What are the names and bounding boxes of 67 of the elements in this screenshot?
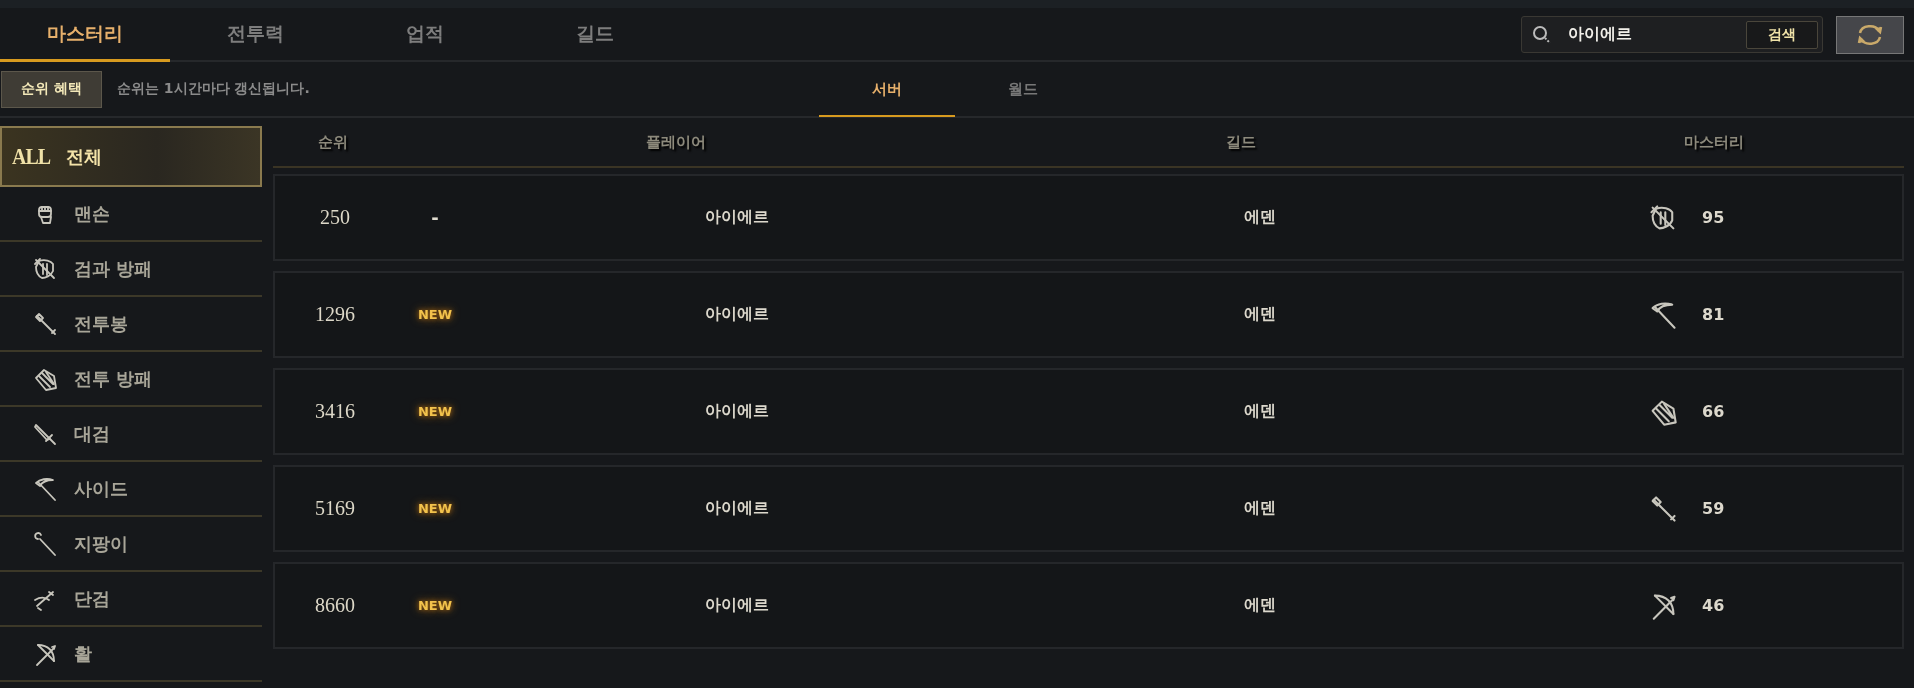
mastery-level: 46 xyxy=(1702,596,1726,615)
weapon-label: 활 xyxy=(74,641,92,666)
weapon-icon xyxy=(32,475,58,502)
weapon-filter-item[interactable]: ALL 전체 xyxy=(0,126,262,187)
mastery-level: 81 xyxy=(1702,305,1726,324)
weapon-label: 사이드 xyxy=(74,476,128,501)
player-name: 아이에르 xyxy=(703,498,770,519)
guild-name: 에덴 xyxy=(1243,207,1278,228)
weapon-label: 맨손 xyxy=(74,201,110,226)
weapon-filter-item[interactable]: 사이드 xyxy=(0,462,262,517)
search-field[interactable]: 아이에르 검색 xyxy=(1521,16,1823,53)
rank-number: 5169 xyxy=(314,497,356,520)
category-tab[interactable]: 길드 xyxy=(510,8,680,62)
player-name: 아이에르 xyxy=(703,304,770,325)
column-header: 순위 xyxy=(317,132,349,152)
new-tag: NEW xyxy=(417,501,453,516)
category-tab[interactable]: 전투력 xyxy=(170,8,340,62)
weapon-label: 전체 xyxy=(66,144,103,169)
rank-number: 250 xyxy=(319,206,351,229)
weapon-label: 전투봉 xyxy=(74,311,128,336)
weapon-label: 검과 방패 xyxy=(74,256,153,281)
weapon-icon xyxy=(32,530,58,557)
weapon-icon xyxy=(32,310,58,337)
refresh-icon xyxy=(1855,22,1885,48)
weapon-filter-item[interactable]: 활 xyxy=(0,627,262,682)
category-tab[interactable]: 업적 xyxy=(340,8,510,62)
search-icon xyxy=(1532,24,1552,45)
weapon-filter-item[interactable]: 전투 방패 xyxy=(0,352,262,407)
weapon-filter-item[interactable]: 검과 방패 xyxy=(0,242,262,297)
weapon-label: 지팡이 xyxy=(74,531,128,556)
scope-tab[interactable]: 서버 xyxy=(819,63,955,117)
update-notice: 순위는 1시간마다 갱신됩니다. xyxy=(117,80,311,98)
weapon-icon xyxy=(32,255,58,282)
mastery-level: 59 xyxy=(1702,499,1726,518)
guild-name: 에덴 xyxy=(1243,401,1278,422)
weapon-filter-item[interactable]: 전투봉 xyxy=(0,297,262,352)
column-header: 길드 xyxy=(1225,132,1258,152)
guild-name: 에덴 xyxy=(1243,304,1278,325)
rank-number: 8660 xyxy=(314,594,356,617)
mastery-level: 66 xyxy=(1702,402,1726,421)
weapon-filter-item[interactable]: 대검 xyxy=(0,407,262,462)
no-change-mark: - xyxy=(431,207,439,228)
new-tag: NEW xyxy=(417,598,453,613)
weapon-filter-item[interactable]: 지팡이 xyxy=(0,517,262,572)
guild-name: 에덴 xyxy=(1243,595,1278,616)
weapon-filter-item[interactable]: 단검 xyxy=(0,572,262,627)
guild-name: 에덴 xyxy=(1243,498,1278,519)
scope-tab[interactable]: 월드 xyxy=(955,63,1091,117)
weapon-label: 단검 xyxy=(74,586,110,611)
player-name: 아이에르 xyxy=(703,595,770,616)
weapon-filter-item[interactable]: 맨손 xyxy=(0,187,262,242)
mastery-level: 95 xyxy=(1702,208,1726,227)
rank-number: 3416 xyxy=(314,400,356,423)
rank-number: 1296 xyxy=(314,303,356,326)
weapon-label: 전투 방패 xyxy=(74,366,153,391)
weapon-label: 대검 xyxy=(74,421,110,446)
search-button[interactable]: 검색 xyxy=(1746,20,1818,49)
column-header: 플레이어 xyxy=(644,132,707,152)
rank-benefit-button[interactable]: 순위 혜택 xyxy=(1,70,102,108)
all-label: ALL xyxy=(12,142,51,171)
player-name: 아이에르 xyxy=(703,401,770,422)
new-tag: NEW xyxy=(417,404,453,419)
column-header: 마스터리 xyxy=(1683,132,1745,152)
new-tag: NEW xyxy=(417,307,453,322)
player-name: 아이에르 xyxy=(703,207,770,228)
refresh-button[interactable] xyxy=(1836,16,1904,54)
category-tab[interactable]: 마스터리 xyxy=(0,8,170,62)
